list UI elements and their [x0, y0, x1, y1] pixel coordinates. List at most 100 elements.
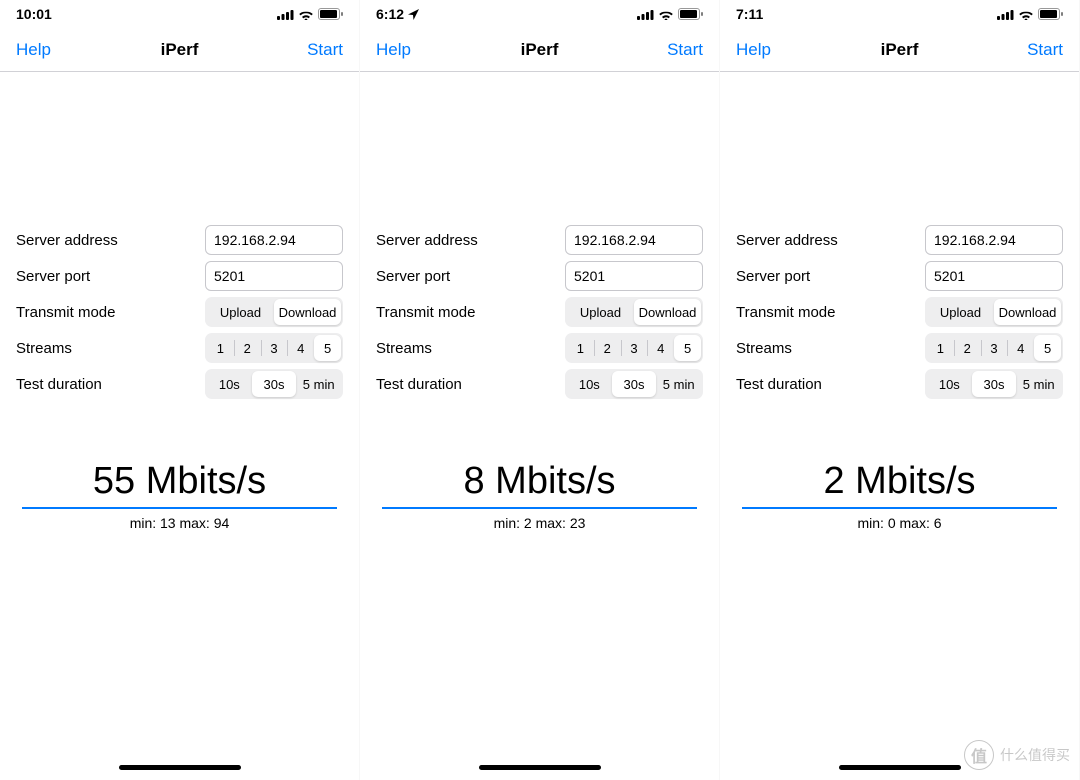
server-address-label: Server address: [736, 232, 838, 249]
server-port-input[interactable]: [565, 261, 703, 291]
nav-bar: Help iPerf Start: [360, 28, 719, 72]
streams-4[interactable]: 4: [1007, 335, 1034, 361]
server-address-label: Server address: [376, 232, 478, 249]
duration-30s[interactable]: 30s: [972, 371, 1017, 397]
help-button[interactable]: Help: [376, 40, 411, 60]
transmit-mode-segment[interactable]: Upload Download: [925, 297, 1063, 327]
streams-4[interactable]: 4: [287, 335, 314, 361]
mode-download[interactable]: Download: [994, 299, 1061, 325]
transmit-mode-label: Transmit mode: [736, 304, 835, 321]
duration-segment[interactable]: 10s 30s 5 min: [925, 369, 1063, 399]
home-indicator: [479, 765, 601, 770]
status-time: 10:01: [16, 6, 52, 22]
home-indicator: [839, 765, 961, 770]
server-address-label: Server address: [16, 232, 118, 249]
duration-30s[interactable]: 30s: [612, 371, 657, 397]
transmit-mode-label: Transmit mode: [376, 304, 475, 321]
start-button[interactable]: Start: [307, 40, 343, 60]
duration-5min[interactable]: 5 min: [296, 371, 341, 397]
streams-label: Streams: [736, 340, 792, 357]
cellular-icon: [637, 9, 654, 20]
streams-label: Streams: [16, 340, 72, 357]
server-port-label: Server port: [736, 268, 810, 285]
result-block: 55 Mbits/s min: 13 max: 94: [16, 460, 343, 531]
duration-10s[interactable]: 10s: [567, 371, 612, 397]
duration-30s[interactable]: 30s: [252, 371, 297, 397]
streams-label: Streams: [376, 340, 432, 357]
streams-segment[interactable]: 1 2 3 4 5: [925, 333, 1063, 363]
mode-download[interactable]: Download: [634, 299, 701, 325]
streams-2[interactable]: 2: [234, 335, 261, 361]
streams-5[interactable]: 5: [674, 335, 701, 361]
server-address-input[interactable]: [205, 225, 343, 255]
streams-3[interactable]: 3: [621, 335, 648, 361]
nav-bar: Help iPerf Start: [720, 28, 1079, 72]
streams-1[interactable]: 1: [567, 335, 594, 361]
server-port-label: Server port: [376, 268, 450, 285]
status-time: 6:12: [376, 6, 404, 22]
result-sub: min: 2 max: 23: [376, 515, 703, 531]
battery-icon: [1038, 8, 1063, 20]
location-icon: [408, 9, 419, 20]
transmit-mode-segment[interactable]: Upload Download: [565, 297, 703, 327]
result-block: 8 Mbits/s min: 2 max: 23: [376, 460, 703, 531]
duration-10s[interactable]: 10s: [207, 371, 252, 397]
start-button[interactable]: Start: [667, 40, 703, 60]
wifi-icon: [658, 9, 674, 20]
server-address-input[interactable]: [565, 225, 703, 255]
status-bar: 7:11: [720, 0, 1079, 28]
streams-3[interactable]: 3: [261, 335, 288, 361]
streams-3[interactable]: 3: [981, 335, 1008, 361]
server-port-label: Server port: [16, 268, 90, 285]
status-icons: [277, 8, 343, 20]
streams-5[interactable]: 5: [314, 335, 341, 361]
screen-1: 10:01 Help iPerf Start Server address Se…: [0, 0, 360, 780]
streams-segment[interactable]: 1 2 3 4 5: [565, 333, 703, 363]
duration-segment[interactable]: 10s 30s 5 min: [205, 369, 343, 399]
duration-5min[interactable]: 5 min: [656, 371, 701, 397]
status-icons: [997, 8, 1063, 20]
battery-icon: [318, 8, 343, 20]
start-button[interactable]: Start: [1027, 40, 1063, 60]
duration-5min[interactable]: 5 min: [1016, 371, 1061, 397]
result-headline: 8 Mbits/s: [382, 460, 697, 509]
result-sub: min: 0 max: 6: [736, 515, 1063, 531]
screen-3: 7:11 Help iPerf Start Server address Ser…: [720, 0, 1080, 780]
duration-segment[interactable]: 10s 30s 5 min: [565, 369, 703, 399]
duration-label: Test duration: [16, 376, 102, 393]
server-address-input[interactable]: [925, 225, 1063, 255]
nav-title: iPerf: [720, 40, 1079, 60]
streams-4[interactable]: 4: [647, 335, 674, 361]
battery-icon: [678, 8, 703, 20]
status-bar: 6:12: [360, 0, 719, 28]
help-button[interactable]: Help: [16, 40, 51, 60]
cellular-icon: [997, 9, 1014, 20]
duration-label: Test duration: [736, 376, 822, 393]
home-indicator: [119, 765, 241, 770]
mode-download[interactable]: Download: [274, 299, 341, 325]
mode-upload[interactable]: Upload: [927, 299, 994, 325]
result-block: 2 Mbits/s min: 0 max: 6: [736, 460, 1063, 531]
streams-1[interactable]: 1: [927, 335, 954, 361]
status-bar: 10:01: [0, 0, 359, 28]
streams-2[interactable]: 2: [954, 335, 981, 361]
wifi-icon: [1018, 9, 1034, 20]
mode-upload[interactable]: Upload: [567, 299, 634, 325]
streams-1[interactable]: 1: [207, 335, 234, 361]
server-port-input[interactable]: [925, 261, 1063, 291]
result-sub: min: 13 max: 94: [16, 515, 343, 531]
wifi-icon: [298, 9, 314, 20]
nav-title: iPerf: [0, 40, 359, 60]
streams-segment[interactable]: 1 2 3 4 5: [205, 333, 343, 363]
streams-5[interactable]: 5: [1034, 335, 1061, 361]
streams-2[interactable]: 2: [594, 335, 621, 361]
result-headline: 2 Mbits/s: [742, 460, 1057, 509]
status-icons: [637, 8, 703, 20]
mode-upload[interactable]: Upload: [207, 299, 274, 325]
result-headline: 55 Mbits/s: [22, 460, 337, 509]
transmit-mode-segment[interactable]: Upload Download: [205, 297, 343, 327]
server-port-input[interactable]: [205, 261, 343, 291]
nav-title: iPerf: [360, 40, 719, 60]
help-button[interactable]: Help: [736, 40, 771, 60]
duration-10s[interactable]: 10s: [927, 371, 972, 397]
